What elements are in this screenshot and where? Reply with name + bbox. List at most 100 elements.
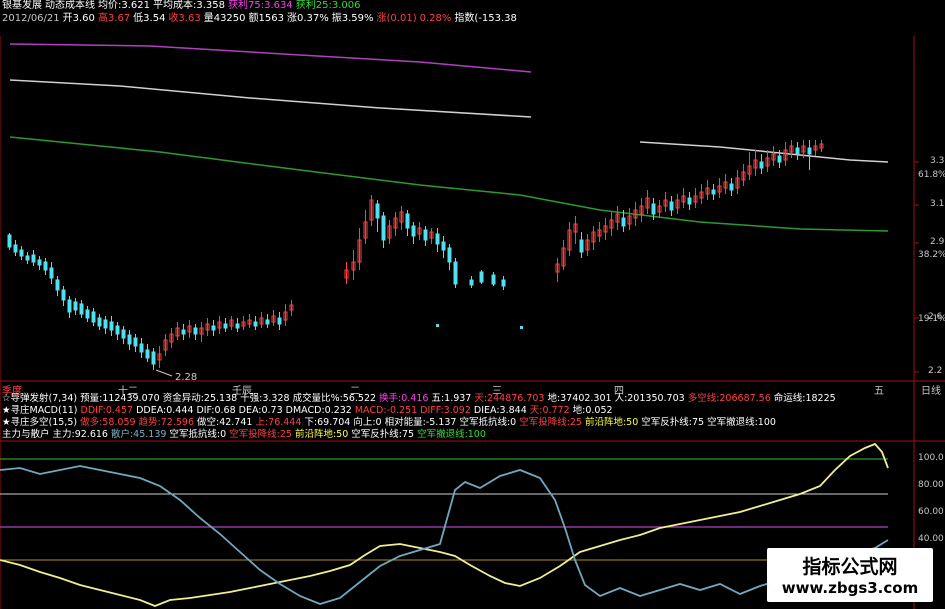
indicator-row-longshort[interactable]: ★寻庄多空(15,5) 做多:58.059 趋势:72.596 做空:42.741 上:…: [2, 417, 779, 429]
candle-body: [79, 303, 84, 315]
candle-body: [55, 279, 60, 291]
candle-body: [139, 343, 144, 353]
ma-line-high: [9, 43, 532, 73]
candle-body: [211, 325, 216, 331]
indicator-field: DDIF:0.457: [80, 405, 134, 416]
price-tick-label: 19.1%: [918, 314, 945, 324]
candle-body: [759, 161, 764, 169]
candle-body: [19, 249, 24, 257]
low-marker-leader: [155, 369, 173, 377]
candle-body: [121, 329, 126, 339]
indicator-field: 人:201350.703: [614, 393, 685, 404]
indicator-field: 空军投降线:25: [519, 417, 582, 428]
candle-body: [91, 311, 96, 323]
price-tick-label: 3.3: [930, 156, 945, 166]
indicator-field: 五:1.937: [431, 393, 472, 404]
candle-body: [669, 201, 674, 211]
indicator-field: DMACD:0.232: [285, 405, 352, 416]
candle-body: [651, 203, 656, 215]
candle-body: [13, 244, 18, 253]
indicator-row-missile[interactable]: ☆导弹发射(7,34) 预量:112439.070 资金异动:25.138 十强:3.…: [2, 393, 839, 405]
indicator-field: 成交量比%:56.522: [292, 393, 377, 404]
indicator-field: 换手:0.416: [379, 393, 429, 404]
price-tick-label: 3.1: [930, 199, 945, 209]
candle-body: [43, 261, 48, 271]
indicator-field: 空军投降线:25: [229, 429, 292, 440]
candle-body: [235, 323, 240, 329]
indicator-field: ☆导弹发射(7,34): [2, 393, 78, 404]
indicator-field: 空军反扑线:75: [351, 429, 415, 440]
indicator-field: 天:0.772: [529, 405, 570, 416]
osc-tick-label: 60.00: [918, 507, 944, 517]
indicator-field: ★寻庄MACD(11): [2, 405, 78, 416]
candle-body: [61, 289, 66, 301]
indicator-field: 做空:42.741: [197, 417, 253, 428]
candle-body: [579, 239, 584, 253]
ma-line-mid: [9, 79, 532, 118]
kline-chart[interactable]: 2.28: [0, 0, 945, 609]
candle-body: [795, 147, 800, 155]
indicator-field: 前沿阵地:50: [584, 417, 639, 428]
indicator-field: 空军反扑线:75: [641, 417, 705, 428]
candle-body: [265, 319, 270, 325]
indicator-field: DIEA:3.844: [473, 405, 527, 416]
candle-body: [109, 321, 114, 331]
main-force-line: [0, 442, 889, 607]
site-watermark: 指标公式网 www.zbgs3.com: [767, 548, 933, 602]
indicator-field: DEA:0.73: [238, 405, 283, 416]
candle-body: [7, 234, 12, 248]
indicator-field: 命运线:18225: [773, 393, 836, 404]
candle-body: [103, 319, 108, 329]
indicator-field: 空军抵抗线:0: [169, 429, 227, 440]
date-tick-label: 五: [874, 386, 884, 397]
indicator-field: 主力:92.616: [52, 429, 108, 440]
indicator-field: 预量:112439.070: [80, 393, 160, 404]
indicator-field: ★寻庄多空(15,5): [2, 417, 78, 428]
watermark-url: www.zbgs3.com: [781, 579, 919, 597]
indicator-field: 相对能量:-5.137: [384, 417, 457, 428]
price-tick-label: 2.9: [930, 237, 945, 247]
candle-body: [85, 309, 90, 319]
indicator-field: 多空线:206687.56: [687, 393, 771, 404]
indicator-field: 地:37402.301: [547, 393, 612, 404]
candle-body: [277, 317, 282, 325]
candle-body: [127, 334, 132, 345]
candle-dot: [436, 324, 439, 327]
indicator-field: 空军撤退线:100: [707, 417, 776, 428]
indicator-field: 主力与散户: [2, 429, 50, 440]
candle-body: [151, 351, 156, 365]
candle-body: [501, 279, 506, 287]
date-tick-label: 日线: [921, 386, 941, 397]
candle-body: [145, 349, 150, 359]
indicator-field: 前沿阵地:50: [294, 429, 349, 440]
candle-body: [453, 261, 458, 285]
candle-body: [479, 271, 484, 283]
indicator-row-main-retail[interactable]: 主力与散户 主力:92.616 散户:45.139 空军抵抗线:0 空军投降线:25 前沿…: [2, 429, 489, 441]
candle-body: [441, 241, 446, 251]
indicator-field: DIF:0.68: [196, 405, 236, 416]
indicator-field: 散户:45.139: [110, 429, 167, 440]
indicator-field: 趋势:72.596: [138, 417, 194, 428]
candle-body: [777, 155, 782, 163]
indicator-field: 十强:3.328: [240, 393, 290, 404]
candle-body: [423, 229, 428, 241]
candle-body: [687, 197, 692, 205]
candle-body: [25, 255, 30, 261]
indicator-field: DIFF:3.092: [420, 405, 471, 416]
candle-body: [491, 274, 496, 285]
candle-body: [37, 259, 42, 266]
candle-body: [49, 267, 54, 279]
watermark-title: 指标公式网: [802, 556, 898, 578]
indicator-row-macd[interactable]: ★寻庄MACD(11) DDIF:0.457 DDEA:0.444 DIF:0.68 D…: [2, 405, 616, 417]
candle-body: [67, 299, 72, 313]
candle-body: [411, 225, 416, 237]
candle-body: [711, 189, 716, 195]
indicator-field: 向上:0: [353, 417, 382, 428]
indicator-field: 下:69.704: [304, 417, 351, 428]
retail-line: [0, 465, 889, 605]
candle-body: [73, 301, 78, 311]
candle-body: [621, 217, 626, 227]
candle-body: [193, 327, 198, 335]
indicator-field: MACD:-0.251: [354, 405, 418, 416]
candle-body: [375, 203, 380, 219]
